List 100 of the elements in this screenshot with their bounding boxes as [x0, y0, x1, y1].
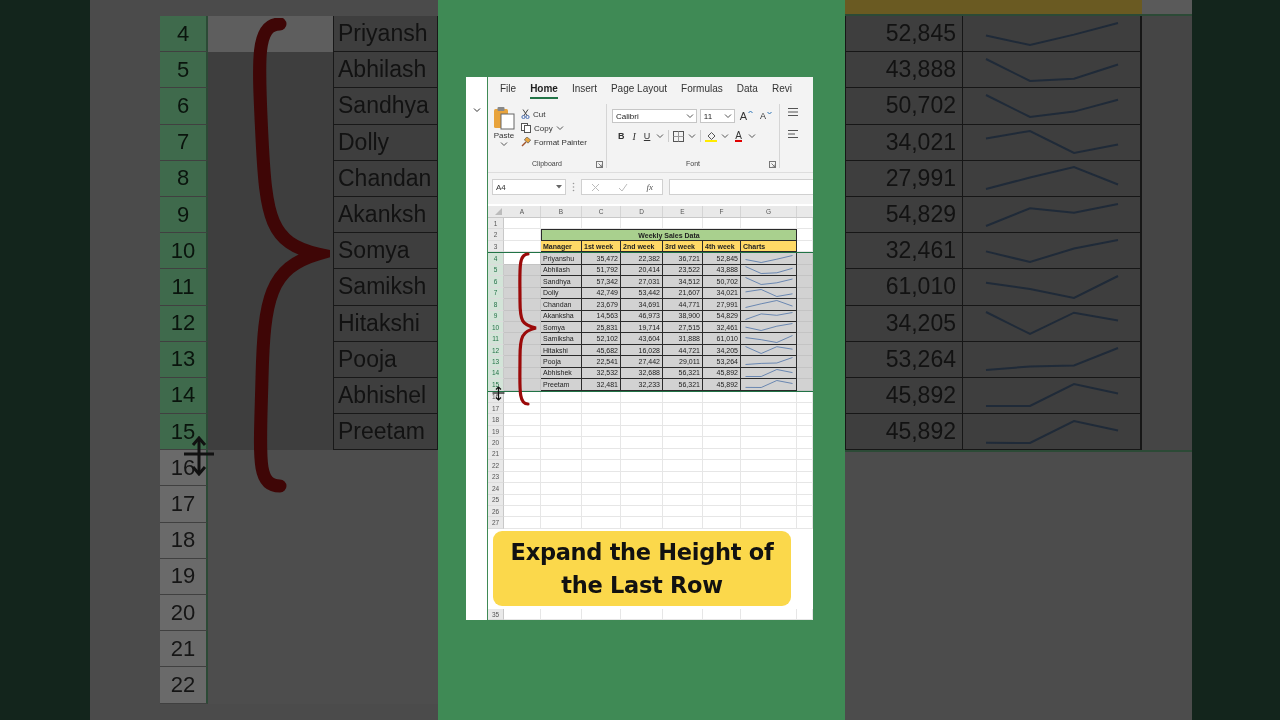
cancel-icon[interactable] [591, 182, 601, 192]
caret-down-icon [767, 111, 772, 115]
empty-cell [741, 517, 797, 529]
empty-cell [703, 391, 741, 403]
empty-cell [663, 505, 703, 518]
format-painter-button[interactable]: Format Painter [521, 137, 587, 147]
insert-function-button[interactable]: fx [646, 182, 653, 192]
empty-cell [663, 391, 703, 403]
dots-icon [572, 182, 575, 192]
chevron-down-icon[interactable] [688, 133, 697, 139]
font-name-dropdown[interactable]: Calibri [612, 109, 697, 123]
empty-cell [621, 494, 663, 506]
empty-cell [541, 483, 582, 495]
empty-cell [621, 391, 663, 403]
empty-cell [741, 471, 797, 484]
empty-cell [621, 460, 663, 472]
copy-button[interactable]: Copy [521, 123, 587, 133]
empty-cell [541, 608, 582, 620]
empty-cell [797, 471, 813, 484]
ribbon-tab[interactable]: Revi [771, 78, 792, 99]
brush-icon [521, 137, 531, 147]
ribbon-tab[interactable]: Home [530, 78, 558, 99]
empty-cell [703, 448, 741, 461]
empty-cell [797, 403, 813, 415]
check-icon[interactable] [618, 182, 629, 192]
empty-cell [741, 437, 797, 449]
empty-cell [703, 483, 741, 495]
chevron-down-icon[interactable] [656, 133, 665, 139]
chevron-down-icon[interactable] [748, 133, 756, 139]
empty-cell [797, 391, 813, 403]
caption-text: Expand the Height of the Last Row [509, 537, 775, 600]
fill-color-icon[interactable] [705, 130, 718, 142]
paste-button[interactable]: Paste [493, 104, 515, 160]
empty-cell [741, 448, 797, 461]
empty-cell [741, 414, 797, 426]
ribbon-tab[interactable]: Insert [571, 78, 597, 99]
empty-cell [703, 471, 741, 484]
ribbon-tab[interactable]: Data [736, 78, 758, 99]
chevron-down-icon [500, 141, 508, 147]
chevron-down-icon[interactable] [721, 133, 730, 139]
empty-cell [741, 608, 797, 620]
empty-cell [541, 414, 582, 426]
scissors-icon [521, 109, 530, 119]
empty-cell [663, 437, 703, 449]
empty-cell [621, 403, 663, 415]
name-box[interactable]: A4 [492, 179, 566, 195]
formula-field[interactable] [669, 179, 813, 195]
empty-cell [541, 437, 582, 449]
empty-cell [582, 391, 621, 403]
empty-cell [703, 437, 741, 449]
empty-cell [621, 425, 663, 438]
empty-cell [541, 471, 582, 484]
empty-cell [582, 505, 621, 518]
dialog-launcher-icon[interactable] [769, 161, 776, 168]
cut-button[interactable]: Cut [521, 109, 587, 119]
caret-down-icon [556, 185, 562, 189]
empty-cell [797, 414, 813, 426]
empty-cell [741, 425, 797, 438]
chevron-down-icon[interactable] [472, 107, 481, 113]
empty-cell [541, 403, 582, 415]
empty-cell [703, 505, 741, 518]
underline-button[interactable]: U [641, 131, 653, 141]
empty-cell [582, 403, 621, 415]
empty-cell [797, 483, 813, 495]
empty-cell [663, 425, 703, 438]
empty-cell [797, 437, 813, 449]
copy-icon [521, 123, 531, 133]
align-top-icon[interactable] [788, 108, 798, 116]
empty-cell [663, 460, 703, 472]
chevron-down-icon [723, 113, 732, 119]
borders-icon[interactable] [673, 130, 685, 142]
ribbon-tab[interactable]: File [500, 78, 517, 99]
empty-cell [621, 448, 663, 461]
chevron-down-icon [685, 113, 694, 119]
empty-cell [741, 460, 797, 472]
empty-cell [797, 494, 813, 506]
empty-cell [797, 425, 813, 438]
empty-cell [541, 391, 582, 403]
bold-button[interactable]: B [616, 131, 627, 141]
empty-cell [582, 437, 621, 449]
grow-font-button[interactable]: A [737, 110, 755, 122]
empty-cell [703, 425, 741, 438]
empty-cell [797, 448, 813, 461]
font-size-dropdown[interactable]: 11 [699, 109, 735, 123]
font-color-button[interactable]: A [733, 130, 744, 142]
dialog-launcher-icon[interactable] [596, 161, 603, 168]
shrink-font-button[interactable]: A [758, 111, 774, 121]
empty-cell [582, 460, 621, 472]
empty-cell [663, 483, 703, 495]
empty-cell [582, 448, 621, 461]
empty-cell [621, 505, 663, 518]
ribbon-tab[interactable]: Page Layout [610, 78, 668, 99]
empty-cell [582, 414, 621, 426]
italic-button[interactable]: I [630, 130, 638, 142]
empty-cell [663, 494, 703, 506]
empty-cell [741, 403, 797, 415]
empty-cell [582, 608, 621, 620]
empty-cell [663, 403, 703, 415]
ribbon-tab[interactable]: Formulas [681, 78, 723, 99]
align-left-icon[interactable] [788, 130, 798, 138]
